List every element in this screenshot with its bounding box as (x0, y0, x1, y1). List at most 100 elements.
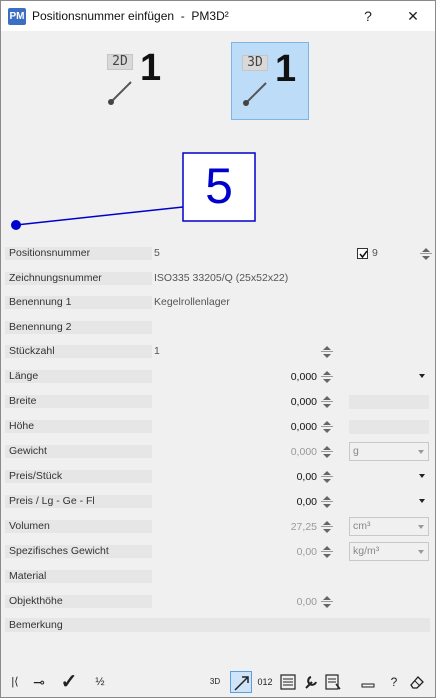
preis-stueck-spinner[interactable] (320, 469, 334, 485)
minimize-icon (361, 683, 375, 688)
volumen-spinner[interactable] (320, 519, 334, 535)
laenge-input[interactable]: 0,000 (154, 370, 319, 384)
chevron-down-icon (419, 499, 425, 503)
leader-arrow-button[interactable] (230, 671, 252, 693)
bottom-toolbar: |⟨ ⊸ ✓ ½ 3D 012 ? (1, 667, 435, 697)
sequence-button[interactable]: 012 (254, 671, 276, 693)
gewicht-unit-value: g (353, 445, 359, 457)
bemerkung-label[interactable]: Bemerkung (5, 618, 430, 632)
properties-button[interactable] (322, 671, 344, 693)
spez-gewicht-label: Spezifisches Gewicht (5, 545, 152, 558)
positionsnummer-value[interactable]: 5 (154, 247, 160, 260)
stueckzahl-spinner[interactable] (320, 344, 334, 360)
zeichnungsnummer-value[interactable]: ISO335 33205/Q (25x52x22) (154, 272, 288, 285)
mode-3d-toolbar-button[interactable]: 3D (204, 671, 226, 693)
row-preis-stueck: Preis/Stück 0,00 (1, 466, 435, 486)
list-button[interactable] (277, 671, 299, 693)
breite-input[interactable]: 0,000 (154, 395, 319, 409)
row-positionsnummer: Positionsnummer 5 9 (1, 243, 435, 263)
eraser-icon (410, 676, 424, 689)
hoehe-label: Höhe (5, 420, 152, 433)
breite-spinner[interactable] (320, 394, 334, 410)
objekthoehe-spinner[interactable] (320, 594, 334, 610)
arrow-line-icon (234, 676, 249, 691)
row-material: Material (1, 566, 435, 586)
row-bemerkung: Bemerkung (1, 615, 435, 635)
positionsnummer-checkbox[interactable] (357, 248, 368, 259)
preis-lg-label: Preis / Lg - Ge - Fl (5, 495, 152, 508)
chevron-down-icon (419, 474, 425, 478)
spez-gewicht-input[interactable]: 0,00 (154, 545, 319, 559)
gewicht-input[interactable]: 0,000 (154, 445, 319, 459)
pin-button[interactable]: ⊸ (28, 671, 50, 693)
spez-gewicht-spinner[interactable] (320, 544, 334, 560)
volumen-unit-value: cm³ (353, 520, 371, 532)
balloon-preview: 5 (1, 141, 435, 237)
window-title: Positionsnummer einfügen - PM3D² (32, 9, 229, 23)
balloon-number: 5 (205, 158, 233, 214)
breite-unit-field (349, 395, 429, 409)
tools-button[interactable] (300, 671, 322, 693)
wrench-icon (305, 676, 317, 689)
row-gewicht: Gewicht 0,000 g (1, 441, 435, 461)
material-label: Material (5, 570, 152, 583)
preis-lg-input[interactable]: 0,00 (154, 495, 319, 509)
row-laenge: Länge 0,000 (1, 366, 435, 386)
volumen-unit-select[interactable]: cm³ (349, 517, 429, 536)
row-benennung1: Benennung 1 Kegelrollenlager (1, 292, 435, 312)
benennung1-label: Benennung 1 (5, 296, 152, 309)
positionsnummer-label: Positionsnummer (5, 247, 152, 260)
volumen-label: Volumen (5, 520, 152, 533)
objekthoehe-label: Objekthöhe (5, 595, 152, 608)
dialog-window: PM Positionsnummer einfügen - PM3D² ? ✕ … (0, 0, 436, 698)
stueckzahl-label: Stückzahl (5, 345, 152, 358)
minimize-button[interactable] (357, 671, 379, 693)
preis-lg-spinner[interactable] (320, 494, 334, 510)
benennung2-label: Benennung 2 (5, 321, 152, 334)
hoehe-input[interactable]: 0,000 (154, 420, 319, 434)
hoehe-unit-field (349, 420, 429, 434)
stueckzahl-value[interactable]: 1 (154, 345, 160, 358)
hoehe-spinner[interactable] (320, 419, 334, 435)
row-benennung2: Benennung 2 (1, 317, 435, 337)
list-icon (280, 674, 296, 690)
mode-selector: 2D 1 3D 1 (1, 31, 435, 141)
app-icon: PM (8, 8, 26, 25)
preis-stueck-input[interactable]: 0,00 (154, 470, 319, 484)
row-stueckzahl: Stückzahl 1 (1, 341, 435, 361)
objekthoehe-input[interactable]: 0,00 (154, 595, 319, 609)
zeichnungsnummer-label: Zeichnungsnummer (5, 272, 152, 285)
positionsnummer-checkbox-label: 9 (372, 247, 378, 259)
row-preis-lg: Preis / Lg - Ge - Fl 0,00 (1, 491, 435, 511)
checkmark-icon (359, 250, 368, 259)
leader-line-icon (243, 82, 267, 106)
ok-button[interactable]: ✓ (58, 671, 80, 693)
leader-line-icon (108, 81, 132, 105)
laenge-unit-select[interactable] (349, 367, 429, 386)
row-breite: Breite 0,000 (1, 391, 435, 411)
preis-lg-unit-select[interactable] (349, 492, 429, 511)
help-button[interactable]: ? (353, 5, 383, 27)
mode-3d-button[interactable]: 3D 1 (231, 42, 309, 120)
close-button[interactable]: ✕ (398, 5, 428, 27)
gewicht-spinner[interactable] (320, 444, 334, 460)
gewicht-label: Gewicht (5, 445, 152, 458)
mode-2d-button[interactable]: 2D 1 (97, 42, 175, 120)
preis-stueck-unit-select[interactable] (349, 467, 429, 486)
title-bar: PM Positionsnummer einfügen - PM3D² ? ✕ (1, 1, 435, 31)
chevron-down-icon (418, 525, 424, 529)
volumen-input[interactable]: 27,25 (154, 520, 319, 534)
clear-button[interactable] (406, 671, 428, 693)
first-record-button[interactable]: |⟨ (4, 671, 26, 693)
spez-gewicht-unit-select[interactable]: kg/m³ (349, 542, 429, 561)
laenge-label: Länge (5, 370, 152, 383)
row-spez-gewicht: Spezifisches Gewicht 0,00 kg/m³ (1, 541, 435, 561)
laenge-spinner[interactable] (320, 369, 334, 385)
toolbar-help-button[interactable]: ? (383, 671, 405, 693)
positionsnummer-spinner[interactable] (419, 246, 433, 262)
chevron-down-icon (418, 450, 424, 454)
fraction-button[interactable]: ½ (89, 671, 111, 693)
benennung1-value[interactable]: Kegelrollenlager (154, 296, 230, 309)
gewicht-unit-select[interactable]: g (349, 442, 429, 461)
row-hoehe: Höhe 0,000 (1, 416, 435, 436)
